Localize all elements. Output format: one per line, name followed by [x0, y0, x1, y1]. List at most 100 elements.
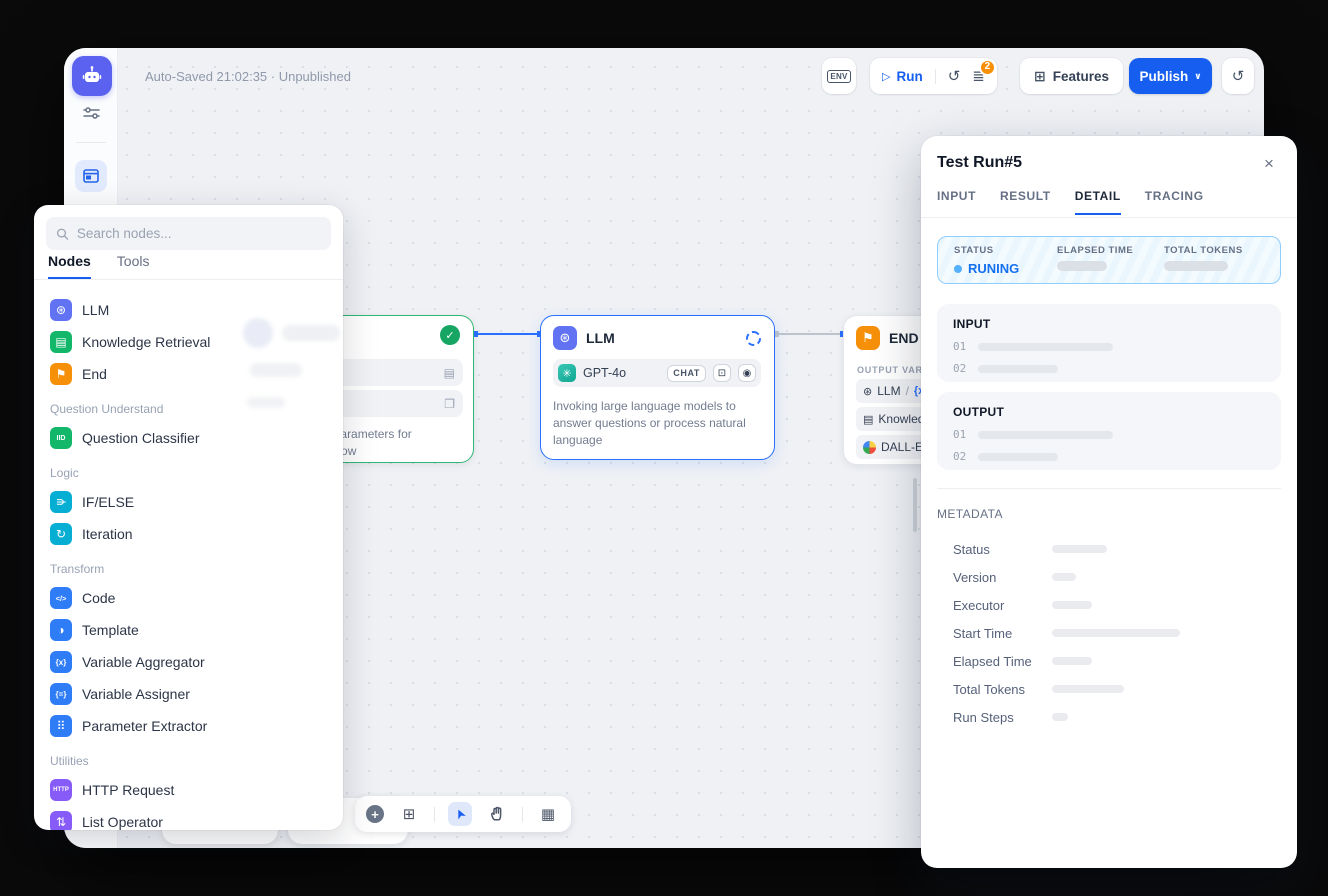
- search-box[interactable]: [46, 217, 331, 250]
- status-card-label: ELAPSED TIME: [1057, 245, 1164, 256]
- version-history-button[interactable]: ↺: [1222, 58, 1254, 94]
- section-label-transform: Transform: [46, 550, 331, 582]
- tab-nodes[interactable]: Nodes: [48, 253, 91, 279]
- preview-window-icon[interactable]: [75, 160, 107, 192]
- node-item-template[interactable]: ◑Template: [46, 614, 331, 646]
- node-item-label: IF/ELSE: [82, 494, 134, 510]
- row-number: 01: [953, 340, 966, 353]
- tab-tools[interactable]: Tools: [117, 253, 150, 279]
- node-item-label: Code: [82, 590, 115, 606]
- row-number: 02: [953, 450, 966, 463]
- metadata-row-run-steps: Run Steps: [953, 703, 1281, 731]
- tab-tracing[interactable]: TRACING: [1145, 189, 1204, 215]
- status-value: RUNING: [954, 261, 1057, 276]
- llm-node[interactable]: ⊛ LLM ✳ GPT-4o CHAT ⊡ ◉ Invoking large l…: [540, 315, 775, 460]
- tab-input[interactable]: INPUT: [937, 189, 976, 215]
- toolbar-divider: [935, 69, 936, 84]
- node-item-http-request[interactable]: HTTPHTTP Request: [46, 774, 331, 806]
- publish-button[interactable]: Publish ∨: [1129, 58, 1212, 94]
- checklist-button[interactable]: ≣ 2: [972, 69, 985, 84]
- variable-aggregator-icon: {x}: [50, 651, 72, 673]
- node-item-code[interactable]: </>Code: [46, 582, 331, 614]
- panel-resize-handle[interactable]: [913, 478, 917, 532]
- skeleton-bar: [1057, 261, 1107, 271]
- edge-llm-to-end: [776, 333, 843, 335]
- search-icon: [56, 227, 69, 241]
- node-item-knowledge-retrieval[interactable]: ▤Knowledge Retrieval: [46, 326, 331, 358]
- io-row: 02: [953, 450, 1265, 463]
- io-row: 01: [953, 340, 1265, 353]
- metadata-row-start-time: Start Time: [953, 619, 1281, 647]
- question-classifier-icon: IID: [50, 427, 72, 449]
- node-item-list-operator[interactable]: ⇅List Operator: [46, 806, 331, 830]
- skeleton-bar: [978, 365, 1058, 373]
- env-button[interactable]: ENV: [822, 58, 856, 94]
- status-card-col-elapsed-time: ELAPSED TIME: [1057, 245, 1164, 283]
- close-icon[interactable]: ×: [1257, 152, 1281, 176]
- clock-icon: ↺: [948, 68, 961, 85]
- variable-source-icon: ⊛: [863, 385, 872, 398]
- env-icon: ENV: [827, 70, 850, 83]
- add-note-button[interactable]: ⊞: [397, 802, 421, 826]
- node-item-if-else[interactable]: ⋔IF/ELSE: [46, 486, 331, 518]
- tab-detail[interactable]: DETAIL: [1075, 189, 1121, 215]
- llm-node-description: Invoking large language models to answer…: [553, 398, 763, 449]
- app-stage: ✓ ▤ ❐ Define the initial parameters for …: [0, 0, 1328, 896]
- metadata-divider: [937, 488, 1281, 489]
- pointer-tool-button[interactable]: ➤: [448, 802, 472, 826]
- node-item-question-classifier[interactable]: IIDQuestion Classifier: [46, 422, 331, 454]
- model-selector[interactable]: ✳ GPT-4o CHAT ⊡ ◉: [553, 359, 761, 387]
- run-history-button[interactable]: ↺: [948, 69, 961, 84]
- io-row: 02: [953, 362, 1265, 375]
- status-card-label: STATUS: [954, 245, 1057, 256]
- node-item-label: LLM: [82, 302, 109, 318]
- status-card: STATUS RUNINGELAPSED TIMETOTAL TOKENS: [937, 236, 1281, 284]
- run-panel-title: Test Run#5: [937, 154, 1022, 172]
- settings-sliders-icon[interactable]: [64, 106, 118, 124]
- skeleton-bar: [978, 431, 1113, 439]
- paragraph-field-icon: ❐: [444, 397, 455, 411]
- pointer-icon: ➤: [450, 806, 469, 823]
- node-item-parameter-extractor[interactable]: ⠿Parameter Extractor: [46, 710, 331, 742]
- edge-start-to-llm: [475, 333, 540, 335]
- robot-glyph: [80, 64, 104, 88]
- app-robot-icon[interactable]: [72, 56, 112, 96]
- node-item-label: List Operator: [82, 814, 163, 830]
- end-node-title: END: [889, 330, 919, 346]
- panel-divider: [921, 217, 1297, 218]
- skeleton-bar: [1052, 545, 1107, 553]
- metadata-row-label: Status: [953, 542, 1052, 557]
- organize-button[interactable]: ▦: [536, 802, 560, 826]
- knowledge-retrieval-icon: ▤: [50, 331, 72, 353]
- node-item-label: End: [82, 366, 107, 382]
- row-number: 02: [953, 362, 966, 375]
- toolbar-divider: [522, 807, 523, 822]
- tab-result[interactable]: RESULT: [1000, 189, 1051, 215]
- node-search-panel: NodesTools ⊛LLM▤Knowledge Retrieval⚑EndQ…: [34, 205, 343, 830]
- model-name: GPT-4o: [583, 366, 660, 380]
- section-label-logic: Logic: [46, 454, 331, 486]
- node-item-variable-aggregator[interactable]: {x} Variable Aggregator: [46, 646, 331, 678]
- node-item-label: Variable Assigner: [82, 686, 190, 702]
- metadata-row-status: Status: [953, 535, 1281, 563]
- run-button[interactable]: ▷ Run: [882, 69, 923, 84]
- end-flag-icon: ⚑: [856, 326, 880, 350]
- skeleton-bar: [978, 453, 1058, 461]
- status-card-label: TOTAL TOKENS: [1164, 245, 1274, 256]
- node-item-end[interactable]: ⚑End: [46, 358, 331, 390]
- text-field-icon: ▤: [444, 366, 455, 380]
- node-item-label: Variable Aggregator: [82, 654, 205, 670]
- eye-badge-icon: ◉: [738, 364, 756, 382]
- metadata-row-label: Version: [953, 570, 1052, 585]
- run-toolbar-group: ▷ Run ↺ ≣ 2: [870, 58, 997, 94]
- iteration-icon: ↻: [50, 523, 72, 545]
- node-item-iteration[interactable]: ↻Iteration: [46, 518, 331, 550]
- add-node-button[interactable]: +: [366, 805, 384, 823]
- hand-tool-button[interactable]: [485, 802, 509, 826]
- skeleton-bar: [1052, 713, 1068, 721]
- metadata-row-label: Run Steps: [953, 710, 1052, 725]
- node-item-llm[interactable]: ⊛LLM: [46, 294, 331, 326]
- features-button[interactable]: ⊞ Features: [1020, 58, 1123, 94]
- search-input[interactable]: [77, 226, 321, 241]
- node-item-variable-assigner[interactable]: {=}Variable Assigner: [46, 678, 331, 710]
